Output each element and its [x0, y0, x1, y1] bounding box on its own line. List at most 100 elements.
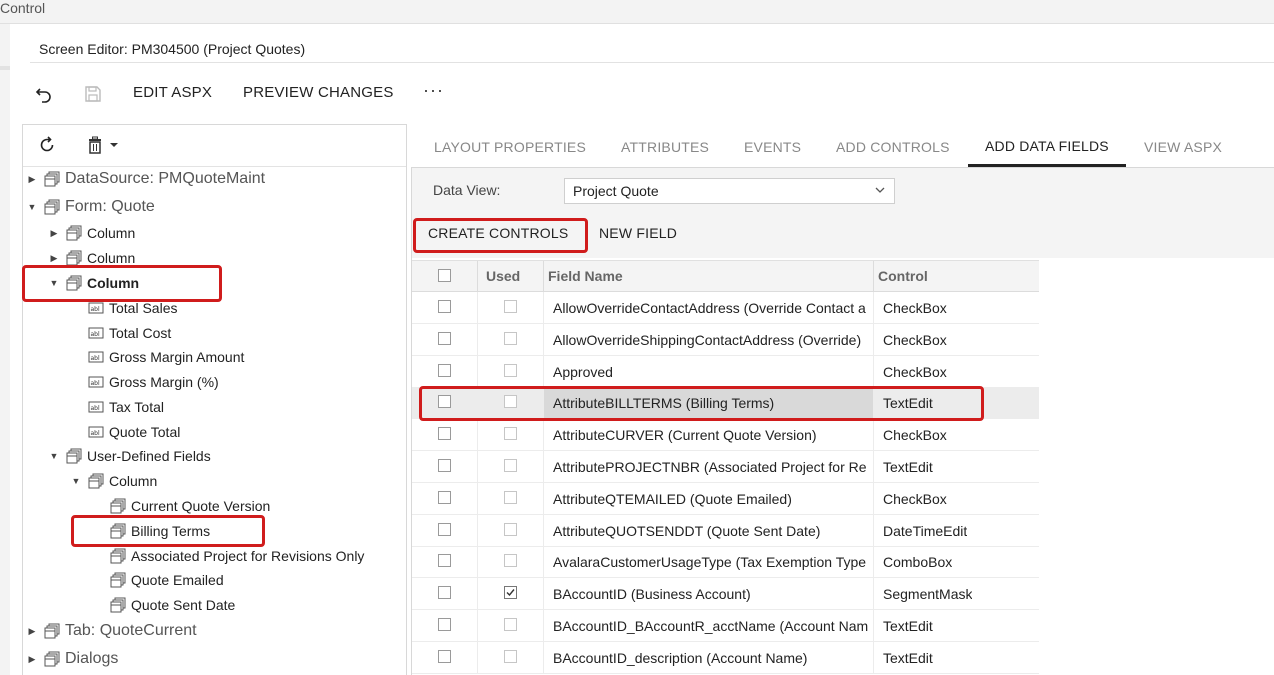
table-row[interactable]: AvalaraCustomerUsageType (Tax Exemption …: [412, 546, 1039, 579]
control-group-icon: [44, 623, 60, 639]
page-title: Screen Editor: PM304500 (Project Quotes): [39, 41, 306, 57]
expand-arrow-icon[interactable]: ▶: [26, 626, 38, 637]
tree-node-associated-project-for-revisions-only[interactable]: Associated Project for Revisions Only: [110, 545, 364, 567]
used-checkbox: [504, 490, 517, 504]
text-field-icon: abl: [88, 300, 104, 316]
highlight-billing-terms-node: [71, 515, 265, 547]
tree-node-label: Current Quote Version: [131, 498, 271, 514]
tree-node-column[interactable]: ▶ Column: [48, 222, 136, 244]
row-select-checkbox[interactable]: [438, 459, 451, 472]
tab-add-controls[interactable]: ADD CONTROLS: [836, 139, 950, 155]
tree-node-label: Quote Total: [109, 424, 181, 440]
field-name-cell: AvalaraCustomerUsageType (Tax Exemption …: [553, 554, 867, 571]
collapse-arrow-icon[interactable]: ▼: [26, 202, 38, 212]
column-header-field-name[interactable]: Field Name: [548, 268, 623, 284]
table-row[interactable]: AttributePROJECTNBR (Associated Project …: [412, 451, 1039, 483]
field-name-cell: AttributeQTEMAILED (Quote Emailed): [553, 490, 792, 507]
row-select-checkbox[interactable]: [438, 554, 451, 568]
tree-node-current-quote-version[interactable]: Current Quote Version: [110, 495, 270, 517]
tree-node-form-quote[interactable]: ▼ Form: Quote: [26, 196, 155, 218]
table-row[interactable]: AttributeQTEMAILED (Quote Emailed) CheckB…: [412, 482, 1039, 515]
used-checkbox: [504, 300, 517, 313]
row-select-checkbox[interactable]: [438, 586, 451, 600]
tree-node-dialogs[interactable]: ▶ Dialogs: [26, 648, 119, 670]
control-group-icon: [110, 548, 126, 564]
tab-view-aspx[interactable]: VIEW ASPX: [1144, 139, 1222, 155]
expand-arrow-icon[interactable]: ▶: [26, 654, 38, 665]
tree-node-tab-quotecurrent[interactable]: ▶ Tab: QuoteCurrent: [26, 620, 197, 642]
used-checkbox: [504, 363, 517, 377]
edit-aspx-button[interactable]: EDIT ASPX: [133, 84, 212, 101]
tree-node-quote-sent-date[interactable]: Quote Sent Date: [110, 594, 235, 616]
tree-node-gross-margin-amount[interactable]: abl Gross Margin Amount: [88, 346, 244, 368]
tree-node-label: Associated Project for Revisions Only: [131, 548, 365, 564]
column-header-used[interactable]: Used: [486, 268, 520, 284]
field-name-cell: Approved: [553, 363, 613, 380]
row-select-checkbox[interactable]: [438, 618, 451, 631]
table-row[interactable]: Approved CheckBox: [412, 355, 1039, 388]
collapse-arrow-icon[interactable]: ▼: [48, 451, 60, 461]
tree-node-label: Column: [87, 225, 136, 241]
tree-node-label: DataSource: PMQuoteMaint: [65, 170, 266, 187]
used-checkbox: [504, 459, 517, 472]
tree-toolbar: [23, 125, 406, 167]
window-title: Control: [0, 0, 46, 16]
data-view-label: Data View:: [433, 182, 501, 198]
select-all-checkbox[interactable]: [438, 269, 451, 282]
more-actions-button[interactable]: ···: [423, 80, 444, 101]
table-row[interactable]: BAccountID_BAccountR_acctName (Account N…: [412, 610, 1039, 642]
preview-changes-button[interactable]: PREVIEW CHANGES: [243, 84, 394, 101]
row-select-checkbox[interactable]: [438, 522, 451, 536]
tab-events[interactable]: EVENTS: [744, 139, 801, 155]
collapse-arrow-icon[interactable]: ▼: [70, 476, 82, 486]
row-select-checkbox[interactable]: [438, 649, 451, 663]
tree-node-label: Gross Margin (%): [109, 374, 219, 390]
new-field-button[interactable]: NEW FIELD: [599, 225, 677, 241]
field-name-cell: AllowOverrideContactAddress (Override Co…: [553, 300, 866, 316]
field-name-cell: AttributeCURVER (Current Quote Version): [553, 427, 817, 444]
expand-arrow-icon[interactable]: ▶: [48, 253, 60, 264]
save-icon[interactable]: [83, 84, 103, 104]
table-row[interactable]: AttributeQUOTSENDDT (Quote Sent Date) Dat…: [412, 514, 1039, 547]
tree-node-user-defined-fields[interactable]: ▼ User-Defined Fields: [48, 445, 211, 467]
tree-node-gross-margin[interactable]: abl Gross Margin (%): [88, 371, 219, 393]
row-select-checkbox[interactable]: [438, 331, 451, 345]
row-select-checkbox[interactable]: [438, 300, 451, 313]
tree-node-quote-emailed[interactable]: Quote Emailed: [110, 569, 224, 591]
table-row[interactable]: BAccountID (Business Account) SegmentMask: [412, 578, 1039, 611]
window-title-bar: Control: [0, 0, 1274, 24]
column-header-control[interactable]: Control: [878, 268, 928, 284]
control-type-cell: CheckBox: [883, 427, 947, 444]
control-group-icon: [110, 498, 126, 514]
table-row[interactable]: BAccountID_description (Account Name) Tex…: [412, 641, 1039, 674]
row-select-checkbox[interactable]: [438, 490, 451, 504]
tree-node-datasource-pmquotemaint[interactable]: ▶ DataSource: PMQuoteMaint: [26, 168, 266, 190]
tab-attributes[interactable]: ATTRIBUTES: [621, 139, 709, 155]
text-field-icon: abl: [88, 325, 104, 341]
svg-text:abl: abl: [91, 306, 100, 313]
tree-node-column[interactable]: ▼ Column: [70, 470, 158, 492]
row-select-checkbox[interactable]: [438, 427, 451, 441]
field-name-cell: BAccountID_description (Account Name): [553, 649, 808, 666]
svg-text:abl: abl: [91, 331, 100, 338]
control-group-icon: [88, 473, 104, 489]
svg-text:abl: abl: [91, 380, 100, 387]
expand-arrow-icon[interactable]: ▶: [26, 174, 38, 185]
tree-node-label: Dialogs: [65, 650, 119, 667]
refresh-icon[interactable]: [38, 136, 58, 156]
tab-add-data-fields[interactable]: ADD DATA FIELDS: [985, 138, 1109, 154]
data-view-select[interactable]: Project Quote: [564, 178, 895, 204]
undo-icon[interactable]: [34, 84, 54, 104]
tab-layout-properties[interactable]: LAYOUT PROPERTIES: [434, 139, 586, 155]
delete-dropdown-button[interactable]: [86, 136, 120, 156]
table-row[interactable]: AllowOverrideContactAddress (Override Co…: [412, 292, 1039, 324]
table-row[interactable]: AttributeCURVER (Current Quote Version) C…: [412, 419, 1039, 452]
tree-node-quote-total[interactable]: abl Quote Total: [88, 421, 180, 443]
table-row[interactable]: AllowOverrideShippingContactAddress (Ove…: [412, 323, 1039, 356]
tree-node-total-cost[interactable]: abl Total Cost: [88, 322, 171, 344]
control-type-cell: TextEdit: [883, 649, 933, 666]
control-type-cell: TextEdit: [883, 459, 933, 475]
expand-arrow-icon[interactable]: ▶: [48, 228, 60, 239]
row-select-checkbox[interactable]: [438, 363, 451, 377]
tree-node-tax-total[interactable]: abl Tax Total: [88, 396, 164, 418]
